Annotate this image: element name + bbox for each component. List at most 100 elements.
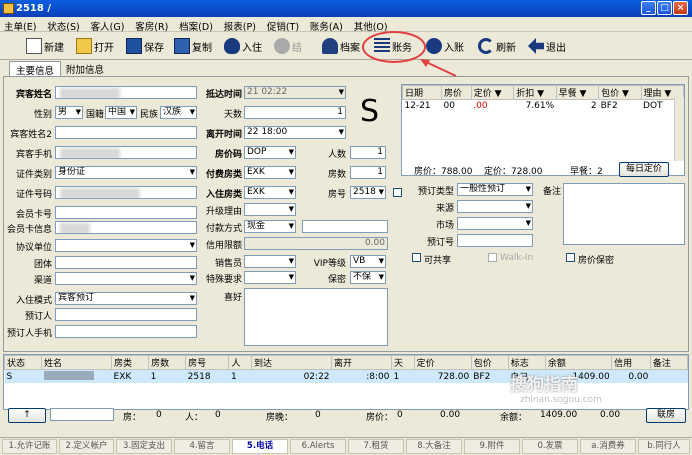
checkin-mode-select[interactable]: 宾客预订 <box>55 292 197 305</box>
grid-col-rate[interactable]: 定价 <box>413 355 472 370</box>
grid-col-persons[interactable]: 人 <box>228 355 253 370</box>
days-input[interactable]: 1 <box>244 106 346 119</box>
phone-input[interactable] <box>55 146 197 159</box>
member-card-input[interactable] <box>55 206 197 219</box>
up-arrow-button[interactable]: ↑ <box>8 408 46 423</box>
rate-code-select[interactable]: DOP <box>244 146 296 159</box>
booker-phone-input[interactable] <box>55 325 197 338</box>
link-rooms-button[interactable]: 联房 <box>646 408 686 423</box>
tab-fixed-expense[interactable]: 3.固定支出 <box>116 439 172 454</box>
close-button[interactable]: × <box>673 1 688 15</box>
book-type-select[interactable]: 一般性预订 <box>457 183 533 196</box>
tab-invoice[interactable]: 0.发票 <box>522 439 578 454</box>
walkin-checkbox[interactable] <box>488 253 497 262</box>
id-no-input[interactable] <box>55 186 197 199</box>
booker-input[interactable] <box>55 308 197 321</box>
tab-message[interactable]: 4.留言 <box>174 439 230 454</box>
tab-attachment[interactable]: 9.附件 <box>464 439 520 454</box>
tab-big-note[interactable]: 8.大备注 <box>406 439 462 454</box>
room-type-select[interactable]: EXK <box>244 186 296 199</box>
rate-col-discount[interactable]: 折扣 ▼ <box>513 85 557 100</box>
channel-select[interactable] <box>55 272 197 285</box>
table-row[interactable]: S EXK 1 2518 1 02:22 :8:00 1 728.00 BF2 … <box>4 369 688 383</box>
sales-select[interactable] <box>244 255 296 268</box>
secret-select[interactable]: 不保 <box>350 271 386 284</box>
grid-col-depart[interactable]: 离开 <box>331 355 393 370</box>
grid-col-flag[interactable]: 标志 <box>507 355 546 370</box>
open-button[interactable]: 打开 <box>76 35 114 57</box>
tab-main-info[interactable]: 主要信息 <box>9 61 62 77</box>
grid-col-type[interactable]: 房类 <box>111 355 150 370</box>
pay-method-select[interactable]: 现金 <box>244 220 296 233</box>
rate-col-date[interactable]: 日期 <box>401 85 443 100</box>
grid-col-credit[interactable]: 信用 <box>611 355 651 370</box>
remark-textarea[interactable] <box>244 288 388 346</box>
tab-extra-info[interactable]: 附加信息 <box>60 61 110 76</box>
credit-input[interactable]: 0.00 <box>244 237 388 250</box>
rooms-input[interactable]: 1 <box>350 166 386 179</box>
checkin-button[interactable]: 入住 <box>224 35 262 57</box>
book-no-input[interactable] <box>457 234 533 247</box>
source-select[interactable] <box>457 200 533 213</box>
secret-rate-checkbox[interactable] <box>566 253 575 262</box>
group-input[interactable] <box>55 256 197 269</box>
upgrade-select[interactable] <box>244 203 296 216</box>
unit-select[interactable] <box>55 239 197 252</box>
new-button[interactable]: 新建 <box>26 35 64 57</box>
table-row[interactable]: 12-21 00 .00 7.61% 2 BF2 DOT <box>403 100 684 112</box>
rate-col-package[interactable]: 包价 ▼ <box>598 85 642 100</box>
grid-col-name[interactable]: 姓名 <box>41 355 113 370</box>
guest-name2-input[interactable] <box>55 126 197 139</box>
pay-method-detail[interactable] <box>302 220 388 233</box>
guest-name-input[interactable] <box>55 86 197 99</box>
gender-select[interactable]: 男 <box>55 106 83 119</box>
tab-alerts[interactable]: 6.Alerts <box>290 439 346 454</box>
tab-allow-charge[interactable]: 1.允许记账 <box>2 439 57 454</box>
room-no-select[interactable]: 2518 <box>350 186 386 199</box>
deposit-button[interactable]: 入账 <box>426 35 464 57</box>
member-info-input[interactable] <box>55 221 197 234</box>
nation-select[interactable]: 中国 <box>105 106 137 119</box>
exit-button[interactable]: 退出 <box>528 35 566 57</box>
grid-col-note[interactable]: 备注 <box>649 355 689 370</box>
note-textarea[interactable] <box>563 183 685 245</box>
rate-col-price[interactable]: 房价 <box>441 85 472 100</box>
maximize-button[interactable]: □ <box>657 1 672 15</box>
rate-col-set[interactable]: 定价 ▼ <box>470 85 515 100</box>
grid-col-rooms[interactable]: 房数 <box>148 355 187 370</box>
tab-voucher[interactable]: a.消费券 <box>580 439 636 454</box>
copy-button[interactable]: 复制 <box>174 35 212 57</box>
daily-rate-button[interactable]: 每日定价 <box>619 162 669 177</box>
tab-rental[interactable]: 7.租赁 <box>348 439 404 454</box>
market-select[interactable] <box>457 217 533 230</box>
ethnic-select[interactable]: 汉族 <box>160 106 197 119</box>
special-select[interactable] <box>244 271 296 284</box>
depart-time-input[interactable]: 22 18:00 <box>244 126 346 139</box>
grid-col-roomno[interactable]: 房号 <box>185 355 230 370</box>
guest-button[interactable]: 档案 <box>322 35 360 57</box>
settle-label: 结 <box>292 42 302 54</box>
grid-col-status[interactable]: 状态 <box>3 355 43 370</box>
minimize-button[interactable]: _ <box>641 1 656 15</box>
vip-select[interactable]: VB <box>350 255 386 268</box>
arrive-time-input[interactable]: 21 02:22 <box>244 86 346 99</box>
grid-cell: 1 <box>228 369 252 383</box>
rate-col-breakfast[interactable]: 早餐 ▼ <box>555 85 600 100</box>
persons-input[interactable]: 1 <box>350 146 386 159</box>
grid-col-days[interactable]: 天 <box>391 355 415 370</box>
booker-label: 预订人 <box>24 312 52 322</box>
tab-define-account[interactable]: 2.定义帐户 <box>59 439 114 454</box>
quick-search-input[interactable] <box>50 408 114 421</box>
tab-companion[interactable]: b.同行人 <box>638 439 690 454</box>
pay-room-select[interactable]: EXK <box>244 166 296 179</box>
grid-col-balance[interactable]: 余额 <box>544 355 613 370</box>
save-button[interactable]: 保存 <box>126 35 164 57</box>
tab-phone[interactable]: 5.电话 <box>232 439 288 454</box>
share-checkbox[interactable] <box>412 253 421 262</box>
grid-col-package[interactable]: 包价 <box>470 355 509 370</box>
rate-scrollbar[interactable] <box>674 97 684 161</box>
refresh-button[interactable]: 刷新 <box>478 35 516 57</box>
settle-button[interactable]: 结 <box>274 35 302 57</box>
id-type-select[interactable]: 身份证 <box>55 166 197 179</box>
grid-col-arrive[interactable]: 到达 <box>251 355 333 370</box>
